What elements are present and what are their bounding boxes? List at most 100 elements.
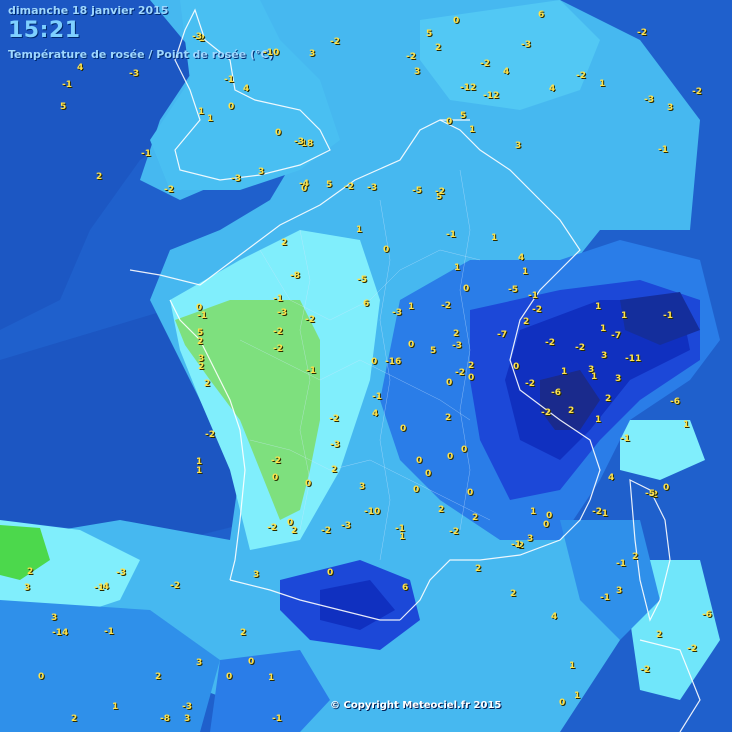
station-value: -2 (480, 59, 490, 69)
station-value: -3 (129, 69, 139, 79)
station-value: 3 (588, 365, 595, 375)
station-value: -2 (545, 338, 555, 348)
station-value: 0 (446, 378, 453, 388)
station-value: -2 (575, 343, 585, 353)
station-value: 0 (559, 698, 566, 708)
station-value: -3 (341, 521, 351, 531)
station-value: -3 (182, 702, 192, 712)
station-value: 3 (616, 586, 623, 596)
station-value: -5 (645, 489, 655, 499)
station-value: 1 (207, 114, 214, 124)
station-value: -1 (272, 714, 282, 724)
station-value: 0 (248, 657, 255, 667)
station-value: -12 (460, 83, 477, 93)
station-value: 2 (96, 172, 103, 182)
station-value: -2 (267, 523, 277, 533)
station-value: -5 (508, 285, 518, 295)
station-value: 0 (228, 102, 235, 112)
station-value: -1 (94, 583, 104, 593)
station-value: 0 (383, 245, 390, 255)
station-value: 2 (240, 628, 247, 638)
station-value: 0 (467, 488, 474, 498)
station-value: 6 (538, 10, 545, 20)
station-value: -1 (224, 75, 234, 85)
station-value: -4 (299, 179, 309, 189)
station-value: -2 (164, 185, 174, 195)
station-value: 3 (253, 570, 260, 580)
station-value: 0 (38, 672, 45, 682)
station-value: -1 (658, 145, 668, 155)
station-value: -1 (446, 230, 456, 240)
station-value: 0 (287, 518, 294, 528)
station-value: 2 (475, 564, 482, 574)
station-value: -2 (637, 28, 647, 38)
weather-map: dimanche 18 janvier 2015 15:21 Températu… (0, 0, 732, 732)
station-value: -1 (372, 392, 382, 402)
station-value: 3 (615, 374, 622, 384)
station-value: 3 (309, 49, 316, 59)
station-value: 4 (608, 473, 615, 483)
station-value: 2 (568, 406, 575, 416)
station-value: 2 (468, 361, 475, 371)
station-value: -2 (640, 665, 650, 675)
station-value: 4 (503, 67, 510, 77)
station-value: 1 (600, 324, 607, 334)
station-value: 3 (601, 351, 608, 361)
station-value: 1 (268, 673, 275, 683)
station-value: 3 (414, 67, 421, 77)
station-value: 1 (196, 466, 203, 476)
station-value: -2 (441, 301, 451, 311)
station-value: 1 (574, 691, 581, 701)
station-value: -2 (406, 52, 416, 62)
station-value: -2 (305, 315, 315, 325)
station-value: 1 (599, 79, 606, 89)
station-value: -2 (435, 187, 445, 197)
station-value: -2 (329, 414, 339, 424)
station-value: 1 (530, 507, 537, 517)
station-value: 1 (522, 267, 529, 277)
station-value: 0 (513, 362, 520, 372)
station-value: 0 (425, 469, 432, 479)
station-value: 2 (291, 526, 298, 536)
station-value: 6 (363, 299, 370, 309)
station-value: 1 (356, 225, 363, 235)
station-value: -2 (271, 456, 281, 466)
station-value: 0 (453, 16, 460, 26)
station-value: 2 (435, 43, 442, 53)
station-value: -6 (551, 388, 561, 398)
station-value: 2 (605, 394, 612, 404)
station-value: 5 (326, 180, 333, 190)
station-value: -1 (104, 627, 114, 637)
station-value: -3 (277, 308, 287, 318)
station-value: -1 (395, 524, 405, 534)
station-value: -10 (263, 48, 280, 58)
station-value: 1 (408, 302, 415, 312)
station-value: 0 (446, 117, 453, 127)
station-value: 4 (549, 84, 556, 94)
station-value: 4 (518, 253, 525, 263)
station-value: -2 (541, 408, 551, 418)
station-value: -3 (330, 440, 340, 450)
station-value: 0 (468, 373, 475, 383)
station-value: 1 (595, 302, 602, 312)
copyright: © Copyright Meteociel.fr 2015 (330, 700, 502, 711)
station-value: -3 (367, 183, 377, 193)
station-value: 3 (24, 583, 31, 593)
station-value: 1 (454, 263, 461, 273)
station-value: -7 (497, 330, 507, 340)
station-value: -2 (592, 507, 602, 517)
station-value: -2 (687, 644, 697, 654)
station-value: -5 (357, 275, 367, 285)
station-value: 1 (112, 702, 119, 712)
station-value: 4 (372, 409, 379, 419)
station-value: 0 (543, 520, 550, 530)
station-value: -1 (616, 559, 626, 569)
station-value: 0 (275, 128, 282, 138)
station-value: 2 (197, 337, 204, 347)
station-value: 3 (515, 141, 522, 151)
station-value: -2 (692, 87, 702, 97)
station-value: 0 (416, 456, 423, 466)
station-value: 3 (196, 658, 203, 668)
station-value: 2 (27, 567, 34, 577)
station-value: 1 (595, 415, 602, 425)
